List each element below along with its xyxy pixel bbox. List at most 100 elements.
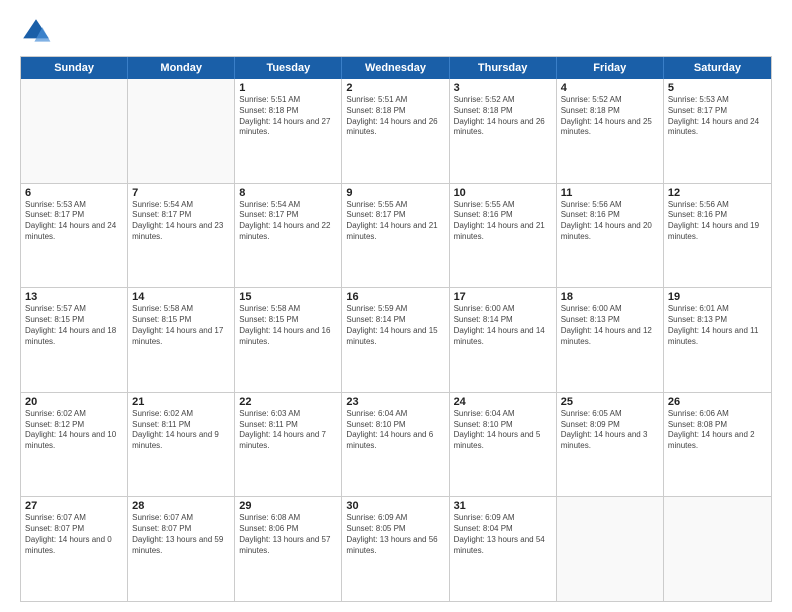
cell-info: Sunrise: 5:58 AM Sunset: 8:15 PM Dayligh… [239, 304, 337, 347]
cell-info: Sunrise: 6:06 AM Sunset: 8:08 PM Dayligh… [668, 409, 767, 452]
day-cell-empty [664, 497, 771, 601]
day-cell-empty [128, 79, 235, 183]
page: SundayMondayTuesdayWednesdayThursdayFrid… [0, 0, 792, 612]
day-number: 22 [239, 396, 337, 408]
calendar-body: 1Sunrise: 5:51 AM Sunset: 8:18 PM Daylig… [21, 79, 771, 601]
cell-info: Sunrise: 6:02 AM Sunset: 8:11 PM Dayligh… [132, 409, 230, 452]
day-cell-15: 15Sunrise: 5:58 AM Sunset: 8:15 PM Dayli… [235, 288, 342, 392]
cell-info: Sunrise: 5:56 AM Sunset: 8:16 PM Dayligh… [668, 200, 767, 243]
logo [20, 16, 56, 48]
day-cell-28: 28Sunrise: 6:07 AM Sunset: 8:07 PM Dayli… [128, 497, 235, 601]
header-day-monday: Monday [128, 57, 235, 79]
day-cell-13: 13Sunrise: 5:57 AM Sunset: 8:15 PM Dayli… [21, 288, 128, 392]
day-number: 24 [454, 396, 552, 408]
calendar-week-3: 13Sunrise: 5:57 AM Sunset: 8:15 PM Dayli… [21, 287, 771, 392]
calendar-header: SundayMondayTuesdayWednesdayThursdayFrid… [21, 57, 771, 79]
day-number: 29 [239, 500, 337, 512]
day-cell-2: 2Sunrise: 5:51 AM Sunset: 8:18 PM Daylig… [342, 79, 449, 183]
day-cell-empty [21, 79, 128, 183]
cell-info: Sunrise: 5:54 AM Sunset: 8:17 PM Dayligh… [132, 200, 230, 243]
cell-info: Sunrise: 6:00 AM Sunset: 8:13 PM Dayligh… [561, 304, 659, 347]
day-cell-20: 20Sunrise: 6:02 AM Sunset: 8:12 PM Dayli… [21, 393, 128, 497]
cell-info: Sunrise: 5:51 AM Sunset: 8:18 PM Dayligh… [346, 95, 444, 138]
calendar-week-5: 27Sunrise: 6:07 AM Sunset: 8:07 PM Dayli… [21, 496, 771, 601]
day-number: 19 [668, 291, 767, 303]
day-number: 13 [25, 291, 123, 303]
day-number: 23 [346, 396, 444, 408]
cell-info: Sunrise: 5:53 AM Sunset: 8:17 PM Dayligh… [668, 95, 767, 138]
cell-info: Sunrise: 6:01 AM Sunset: 8:13 PM Dayligh… [668, 304, 767, 347]
day-number: 3 [454, 82, 552, 94]
day-number: 17 [454, 291, 552, 303]
cell-info: Sunrise: 5:59 AM Sunset: 8:14 PM Dayligh… [346, 304, 444, 347]
cell-info: Sunrise: 6:04 AM Sunset: 8:10 PM Dayligh… [346, 409, 444, 452]
day-cell-5: 5Sunrise: 5:53 AM Sunset: 8:17 PM Daylig… [664, 79, 771, 183]
day-cell-1: 1Sunrise: 5:51 AM Sunset: 8:18 PM Daylig… [235, 79, 342, 183]
day-number: 26 [668, 396, 767, 408]
day-cell-9: 9Sunrise: 5:55 AM Sunset: 8:17 PM Daylig… [342, 184, 449, 288]
day-cell-30: 30Sunrise: 6:09 AM Sunset: 8:05 PM Dayli… [342, 497, 449, 601]
calendar-week-2: 6Sunrise: 5:53 AM Sunset: 8:17 PM Daylig… [21, 183, 771, 288]
cell-info: Sunrise: 6:07 AM Sunset: 8:07 PM Dayligh… [132, 513, 230, 556]
day-cell-22: 22Sunrise: 6:03 AM Sunset: 8:11 PM Dayli… [235, 393, 342, 497]
header-day-saturday: Saturday [664, 57, 771, 79]
cell-info: Sunrise: 5:52 AM Sunset: 8:18 PM Dayligh… [561, 95, 659, 138]
day-cell-21: 21Sunrise: 6:02 AM Sunset: 8:11 PM Dayli… [128, 393, 235, 497]
day-number: 11 [561, 187, 659, 199]
day-cell-14: 14Sunrise: 5:58 AM Sunset: 8:15 PM Dayli… [128, 288, 235, 392]
day-cell-empty [557, 497, 664, 601]
day-number: 6 [25, 187, 123, 199]
cell-info: Sunrise: 5:51 AM Sunset: 8:18 PM Dayligh… [239, 95, 337, 138]
day-number: 4 [561, 82, 659, 94]
cell-info: Sunrise: 5:58 AM Sunset: 8:15 PM Dayligh… [132, 304, 230, 347]
day-number: 14 [132, 291, 230, 303]
header-day-sunday: Sunday [21, 57, 128, 79]
day-cell-19: 19Sunrise: 6:01 AM Sunset: 8:13 PM Dayli… [664, 288, 771, 392]
day-cell-12: 12Sunrise: 5:56 AM Sunset: 8:16 PM Dayli… [664, 184, 771, 288]
day-number: 9 [346, 187, 444, 199]
day-cell-4: 4Sunrise: 5:52 AM Sunset: 8:18 PM Daylig… [557, 79, 664, 183]
day-number: 2 [346, 82, 444, 94]
cell-info: Sunrise: 6:03 AM Sunset: 8:11 PM Dayligh… [239, 409, 337, 452]
day-cell-10: 10Sunrise: 5:55 AM Sunset: 8:16 PM Dayli… [450, 184, 557, 288]
day-cell-17: 17Sunrise: 6:00 AM Sunset: 8:14 PM Dayli… [450, 288, 557, 392]
day-number: 21 [132, 396, 230, 408]
day-number: 12 [668, 187, 767, 199]
cell-info: Sunrise: 6:04 AM Sunset: 8:10 PM Dayligh… [454, 409, 552, 452]
day-cell-3: 3Sunrise: 5:52 AM Sunset: 8:18 PM Daylig… [450, 79, 557, 183]
day-cell-8: 8Sunrise: 5:54 AM Sunset: 8:17 PM Daylig… [235, 184, 342, 288]
day-cell-16: 16Sunrise: 5:59 AM Sunset: 8:14 PM Dayli… [342, 288, 449, 392]
cell-info: Sunrise: 5:53 AM Sunset: 8:17 PM Dayligh… [25, 200, 123, 243]
day-cell-6: 6Sunrise: 5:53 AM Sunset: 8:17 PM Daylig… [21, 184, 128, 288]
cell-info: Sunrise: 5:56 AM Sunset: 8:16 PM Dayligh… [561, 200, 659, 243]
cell-info: Sunrise: 6:08 AM Sunset: 8:06 PM Dayligh… [239, 513, 337, 556]
cell-info: Sunrise: 6:09 AM Sunset: 8:05 PM Dayligh… [346, 513, 444, 556]
day-number: 7 [132, 187, 230, 199]
day-cell-24: 24Sunrise: 6:04 AM Sunset: 8:10 PM Dayli… [450, 393, 557, 497]
cell-info: Sunrise: 5:57 AM Sunset: 8:15 PM Dayligh… [25, 304, 123, 347]
day-number: 20 [25, 396, 123, 408]
day-number: 8 [239, 187, 337, 199]
day-number: 5 [668, 82, 767, 94]
day-number: 30 [346, 500, 444, 512]
calendar: SundayMondayTuesdayWednesdayThursdayFrid… [20, 56, 772, 602]
header-day-tuesday: Tuesday [235, 57, 342, 79]
cell-info: Sunrise: 6:00 AM Sunset: 8:14 PM Dayligh… [454, 304, 552, 347]
cell-info: Sunrise: 6:02 AM Sunset: 8:12 PM Dayligh… [25, 409, 123, 452]
day-cell-18: 18Sunrise: 6:00 AM Sunset: 8:13 PM Dayli… [557, 288, 664, 392]
header [20, 16, 772, 48]
day-cell-23: 23Sunrise: 6:04 AM Sunset: 8:10 PM Dayli… [342, 393, 449, 497]
cell-info: Sunrise: 6:05 AM Sunset: 8:09 PM Dayligh… [561, 409, 659, 452]
logo-icon [20, 16, 52, 48]
day-cell-29: 29Sunrise: 6:08 AM Sunset: 8:06 PM Dayli… [235, 497, 342, 601]
header-day-thursday: Thursday [450, 57, 557, 79]
cell-info: Sunrise: 6:09 AM Sunset: 8:04 PM Dayligh… [454, 513, 552, 556]
day-number: 25 [561, 396, 659, 408]
header-day-friday: Friday [557, 57, 664, 79]
day-number: 31 [454, 500, 552, 512]
cell-info: Sunrise: 6:07 AM Sunset: 8:07 PM Dayligh… [25, 513, 123, 556]
day-number: 10 [454, 187, 552, 199]
day-number: 18 [561, 291, 659, 303]
cell-info: Sunrise: 5:55 AM Sunset: 8:16 PM Dayligh… [454, 200, 552, 243]
day-number: 1 [239, 82, 337, 94]
